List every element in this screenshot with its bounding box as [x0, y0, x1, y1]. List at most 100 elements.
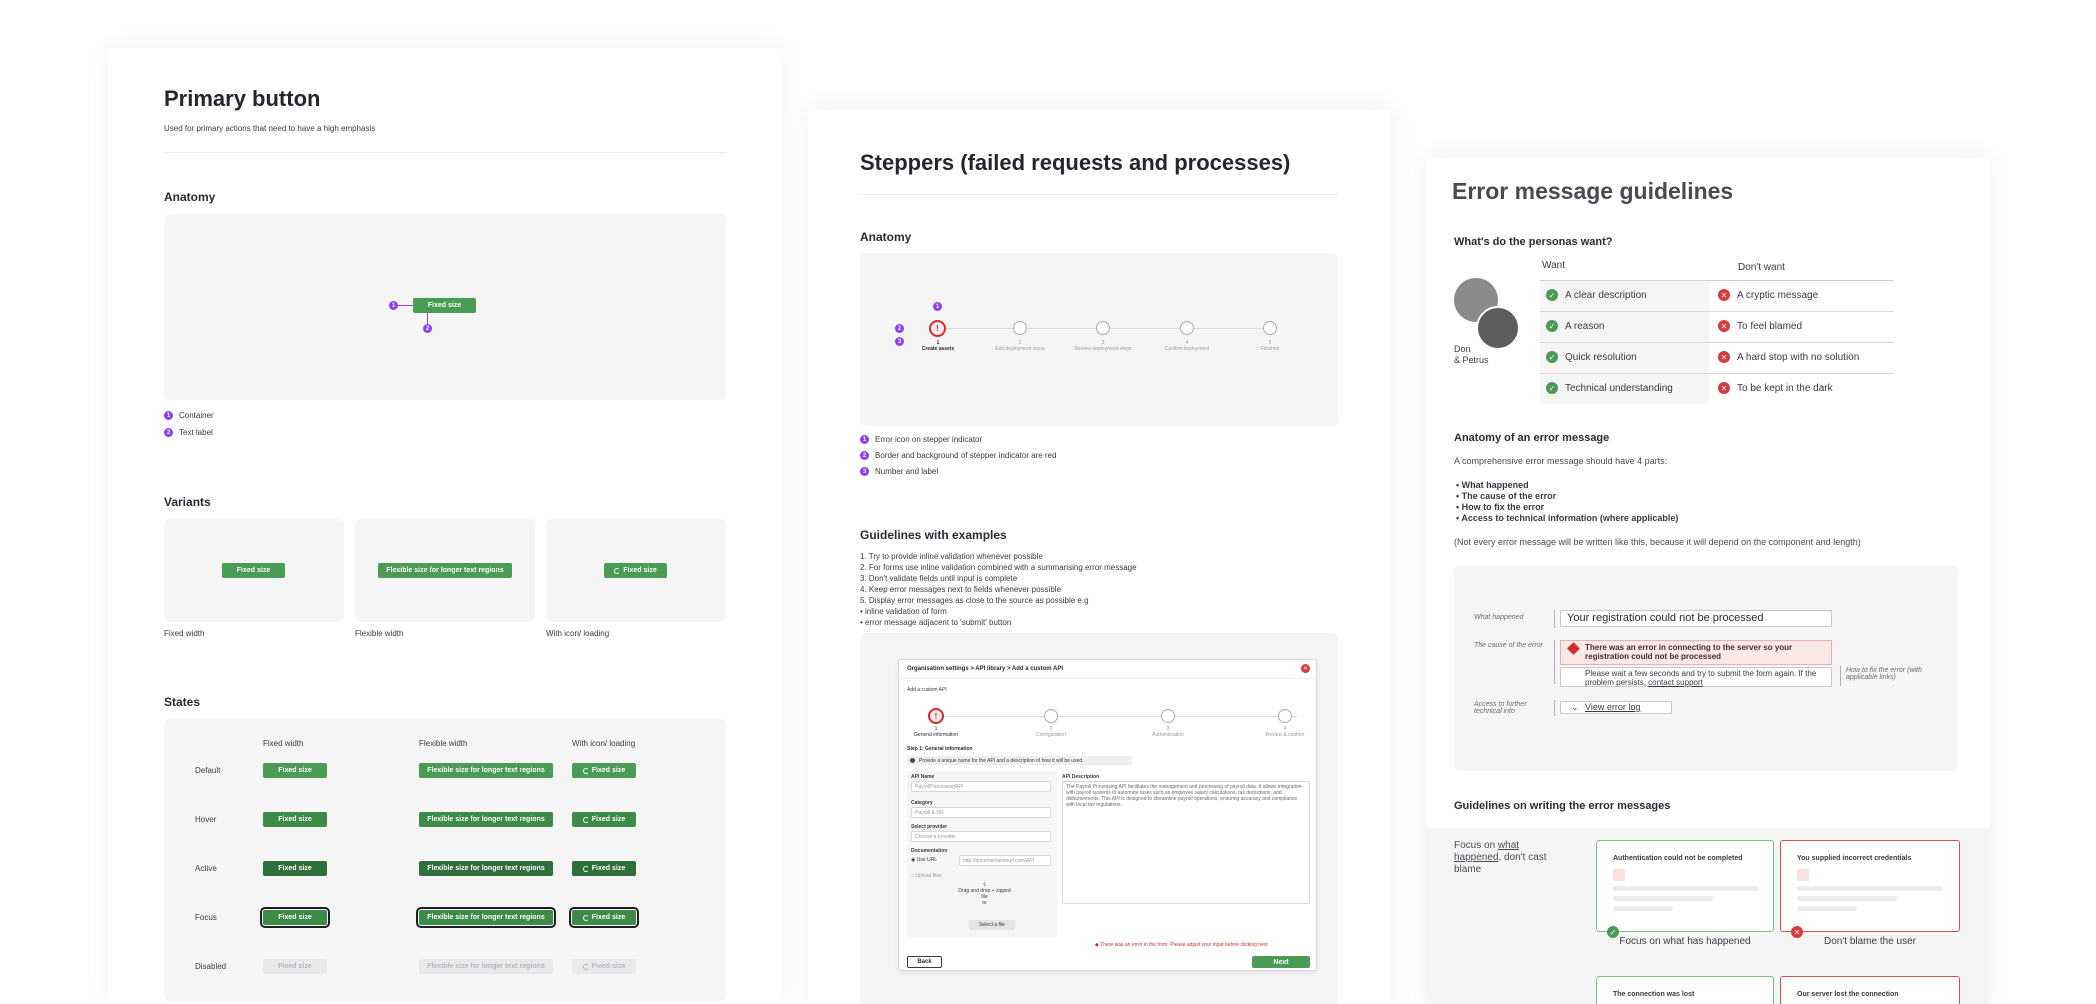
select-file-button[interactable]: Select a file: [969, 920, 1015, 930]
category-select[interactable]: Payroll & HR: [911, 807, 1051, 818]
state-flex-focus: Flexible size for longer text regions: [416, 907, 556, 928]
upload-label: Upload files: [915, 873, 942, 879]
check-icon: ✓: [1546, 289, 1558, 301]
contact-support-link[interactable]: contact support: [1648, 678, 1703, 687]
table-divider: [1540, 373, 1894, 374]
state-button-label: Fixed size: [591, 816, 626, 823]
placeholder-bar: [1613, 896, 1713, 901]
check-icon: ✓: [1546, 351, 1558, 363]
drop-zone[interactable]: ⇪ Drag and drop + zipped file or: [957, 882, 1012, 906]
dont-want-item: ✕ To feel blamed: [1718, 320, 1802, 332]
loading-icon: [582, 865, 589, 872]
provider-select[interactable]: Choose a provider: [911, 831, 1051, 842]
legend-badge: 3: [860, 467, 869, 476]
anatomy-intro: A comprehensive error message should hav…: [1454, 456, 1668, 466]
form-error-text: There was an error in the form. Please a…: [1100, 942, 1268, 948]
legend-label: Error icon on stepper indicator: [875, 435, 983, 444]
guidelines-heading: Guidelines with examples: [860, 528, 1007, 542]
good-example-card: The connection was lost: [1596, 976, 1774, 1004]
step-label: 4 Review & confirm: [1245, 726, 1325, 738]
stepper-indicator: [1180, 321, 1194, 335]
api-name-input[interactable]: PayrollProcessingAPI: [911, 781, 1051, 792]
error-icon: ◆: [1095, 942, 1099, 948]
step-text: General information: [914, 732, 958, 738]
variants-heading: Variants: [164, 495, 211, 509]
provider-label: Select provider: [911, 824, 948, 830]
stepper-indicator: [1278, 709, 1292, 723]
anatomy-heading: Anatomy: [164, 190, 216, 204]
good-example-card: Authentication could not be completed ✓: [1596, 840, 1774, 938]
legend-label: Number and label: [875, 467, 939, 476]
loading-icon: [582, 963, 589, 970]
primary-button-card: Primary button Used for primary actions …: [108, 48, 781, 1004]
stepper-indicator: [1096, 321, 1110, 335]
info-banner: Provide a unique name for the API and a …: [907, 756, 1132, 765]
guideline-item: • inline validation of form: [860, 607, 947, 616]
stepper-error-indicator: !: [929, 320, 946, 337]
step-label: 1 General information: [896, 726, 976, 738]
state-flex-hover: Flexible size for longer text regions: [419, 812, 553, 827]
check-icon: ✓: [1546, 320, 1558, 332]
dont-want-label: To be kept in the dark: [1737, 382, 1833, 394]
info-text: Provide a unique name for the API and a …: [919, 758, 1084, 764]
want-heading: Want: [1542, 260, 1565, 271]
view-error-log-button[interactable]: ⌄ View error log: [1560, 701, 1672, 714]
states-column-header: With icon/ loading: [572, 739, 636, 748]
legend-label: Text label: [179, 428, 213, 437]
tech-info-label: Access to further technical info: [1474, 701, 1527, 715]
url-input[interactable]: http://documentationurl.com/API: [959, 855, 1051, 866]
state-button-label: Fixed size: [591, 865, 626, 872]
table-divider: [1540, 342, 1894, 343]
upload-radio[interactable]: ○ Upload files: [911, 873, 942, 879]
what-happened-text: Your registration could not be processed: [1560, 610, 1832, 627]
step-label: 3 Authentication: [1128, 726, 1208, 738]
stepper-error-indicator: !: [928, 708, 944, 724]
placeholder-bar: [1797, 896, 1897, 901]
anatomy-marker-1: 1: [933, 302, 942, 311]
good-example-title: The connection was lost: [1613, 991, 1695, 998]
legend-badge: 2: [860, 451, 869, 460]
anatomy-part: • The cause of the error: [1456, 491, 1557, 501]
guideline-item: • error message adjacent to 'submit' but…: [860, 618, 1012, 627]
want-label: Quick resolution: [1565, 351, 1637, 363]
anatomy-part: • How to fix the error: [1456, 502, 1545, 512]
loading-icon: [582, 816, 589, 823]
legend-label: Container: [179, 411, 214, 420]
dont-want-item: ✕ A cryptic message: [1718, 289, 1818, 301]
use-url-radio[interactable]: ◉ Use URL: [911, 857, 937, 863]
state-label-default: Default: [195, 766, 221, 775]
page-title: Steppers (failed requests and processes): [860, 150, 1291, 175]
dialog-breadcrumb: Organisation settings > API library > Ad…: [907, 666, 1064, 672]
state-button-label: Fixed size: [591, 963, 626, 970]
divider: [164, 152, 726, 153]
variant-panel: Fixed size: [546, 519, 726, 622]
fix-text-box: Please wait a few seconds and try to sub…: [1560, 667, 1832, 687]
variant-button-fixed: Fixed size: [222, 563, 285, 578]
error-guidelines-card: Error message guidelines What's do the p…: [1426, 158, 1989, 1004]
cause-label: The cause of the error: [1474, 642, 1543, 649]
back-button[interactable]: Back: [907, 956, 942, 968]
use-url-label: Use URL: [916, 857, 938, 863]
info-icon: [910, 758, 915, 763]
description-textarea[interactable]: The Payroll Processing API facilitates t…: [1062, 781, 1310, 904]
view-error-log-link[interactable]: View error log: [1585, 702, 1640, 712]
state-button-label: Fixed size: [591, 914, 626, 921]
close-icon[interactable]: ✕: [1301, 664, 1310, 673]
want-item: ✓ Technical understanding: [1546, 382, 1673, 394]
bad-example-card: You supplied incorrect credentials ✕: [1780, 840, 1960, 938]
table-divider: [1540, 280, 1894, 281]
dont-want-label: A hard stop with no solution: [1737, 351, 1860, 363]
add-api-dialog: Organisation settings > API library > Ad…: [898, 659, 1317, 971]
dialog-subtitle: Add a custom API: [907, 687, 947, 693]
states-column-header: Flexible width: [419, 739, 468, 748]
cross-icon: ✕: [1718, 382, 1730, 394]
guideline-item: 5. Display error messages as close to th…: [860, 596, 1089, 605]
page-title: Primary button: [164, 86, 321, 111]
anatomy-parts-list: • What happened • The cause of the error…: [1456, 480, 1678, 524]
want-label: Technical understanding: [1565, 382, 1673, 394]
variant-caption: Fixed width: [164, 629, 205, 638]
guideline-item: 1. Try to provide inline validation when…: [860, 552, 1043, 561]
fix-label: How to fix the error (with applicable li…: [1846, 667, 1922, 681]
next-button[interactable]: Next: [1252, 956, 1310, 968]
bad-example-caption: Don't blame the user: [1824, 936, 1916, 947]
